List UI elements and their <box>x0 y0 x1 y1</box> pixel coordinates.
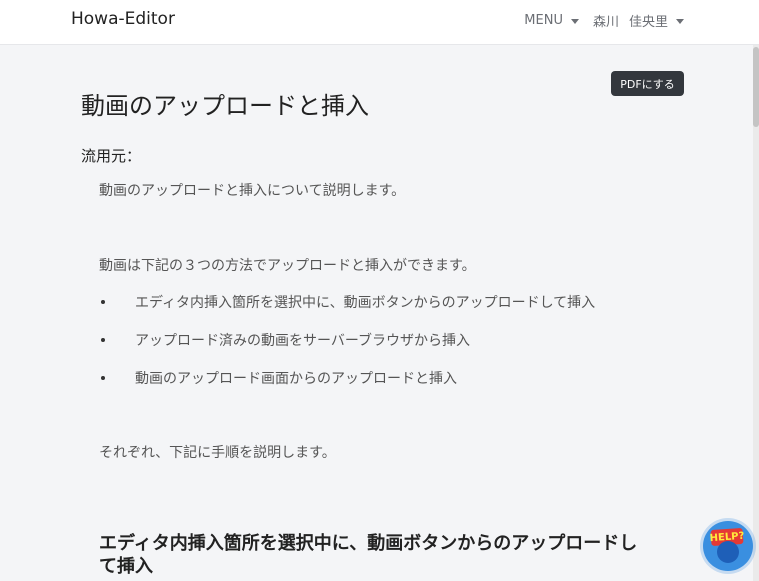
bullet-icon <box>101 300 105 304</box>
list-item-text: エディタ内挿入箇所を選択中に、動画ボタンからのアップロードして挿入 <box>135 295 596 311</box>
menu-label: MENU <box>524 13 563 28</box>
user-first-name: 佳央里 <box>628 15 668 30</box>
methods-list: エディタ内挿入箇所を選択中に、動画ボタンからのアップロードして挿入 アップロード… <box>99 292 659 406</box>
intro-paragraph: 動画のアップロードと挿入について説明します。 <box>99 183 406 199</box>
user-dropdown[interactable]: 森川 佳央里 <box>593 11 684 30</box>
nav-right: MENU 森川 佳央里 <box>524 11 684 30</box>
list-item: 動画のアップロード画面からのアップロードと挿入 <box>99 368 659 406</box>
list-item-text: 動画のアップロード画面からのアップロードと挿入 <box>135 371 457 387</box>
user-last-name: 森川 <box>592 15 619 30</box>
help-mascot-icon <box>717 541 739 563</box>
menu-dropdown[interactable]: MENU <box>524 13 579 28</box>
page-title: 動画のアップロードと挿入 <box>81 92 369 120</box>
chevron-down-icon <box>676 18 684 24</box>
chevron-down-icon <box>570 18 579 24</box>
methods-intro-paragraph: 動画は下記の３つの方法でアップロードと挿入ができます。 <box>99 258 476 274</box>
bullet-icon <box>101 338 105 342</box>
pdf-export-button[interactable]: PDFにする <box>611 71 684 96</box>
bullet-icon <box>101 376 105 380</box>
outro-paragraph: それぞれ、下記に手順を説明します。 <box>99 445 336 461</box>
source-label: 流用元： <box>81 147 142 165</box>
list-item: アップロード済みの動画をサーバーブラウザから挿入 <box>99 330 659 368</box>
brand-logo[interactable]: Howa-Editor <box>71 9 175 29</box>
section-heading: エディタ内挿入箇所を選択中に、動画ボタンからのアップロードして挿入 <box>99 533 638 577</box>
list-item-text: アップロード済みの動画をサーバーブラウザから挿入 <box>135 333 471 349</box>
scrollbar-thumb[interactable] <box>753 47 759 127</box>
scrollbar[interactable] <box>753 45 759 581</box>
list-item: エディタ内挿入箇所を選択中に、動画ボタンからのアップロードして挿入 <box>99 292 659 330</box>
help-button[interactable]: HELP? <box>703 521 753 571</box>
top-navbar: Howa-Editor MENU 森川 佳央里 <box>0 0 759 45</box>
